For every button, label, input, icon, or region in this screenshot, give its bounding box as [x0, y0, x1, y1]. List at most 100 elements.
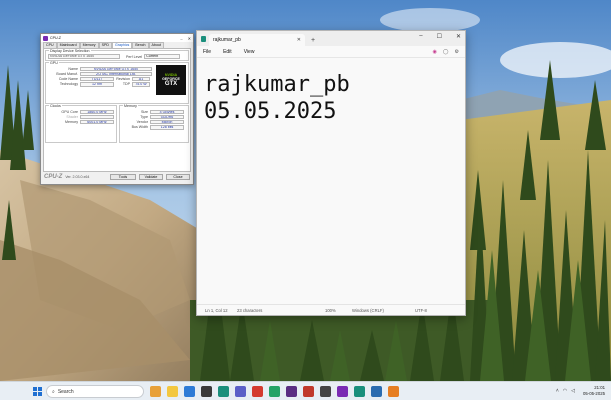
- vendor-value: Micron: [150, 119, 184, 125]
- status-zoom[interactable]: 100%: [325, 308, 336, 313]
- cpuz-footer: CPU-Z Ver. 2.03.0.x64 Tools Validate Clo…: [41, 172, 193, 182]
- technology-label: Technology: [59, 82, 78, 87]
- tools-button[interactable]: Tools: [110, 174, 136, 180]
- clocks-group: Clocks GPU Core 1860.0 MHz Shader Memory 6…: [45, 104, 117, 144]
- display-selection-group: Display Device Selection NVIDIA GeForce …: [45, 49, 189, 62]
- vendor-label: Vendor: [136, 120, 148, 125]
- shader-label: Shader: [66, 114, 78, 119]
- notepad-window[interactable]: rajkumar_pb ✕ + – ☐ ✕ File Edit View ◉ ◯…: [196, 30, 466, 316]
- codename-label: Code Name: [58, 77, 78, 82]
- menu-view[interactable]: View: [244, 49, 255, 55]
- tdp-value: 75.0 W: [132, 82, 150, 87]
- status-position: Ln 1, Col 12: [205, 307, 228, 313]
- logo-text-gtx: GTX: [164, 81, 178, 88]
- gear-icon[interactable]: ⚙: [455, 49, 459, 55]
- notepad-tab[interactable]: rajkumar_pb ✕: [209, 34, 305, 46]
- maximize-icon[interactable]: ☐: [437, 33, 442, 40]
- app-icon[interactable]: [286, 386, 297, 397]
- memory-group: Memory Size 4 GBytes Type GDDR6 Vendor Micr…: [119, 104, 189, 144]
- technology-value: 12 nm: [80, 82, 114, 87]
- size-value: 4 GBytes: [150, 109, 184, 114]
- cpuz-taskbar-icon[interactable]: [337, 386, 348, 397]
- nvidia-gtx-logo: NVIDIA GEFORCE GTX: [156, 65, 186, 96]
- taskbar-search[interactable]: ⌕ Search: [46, 385, 144, 398]
- gpu-core-label: GPU Core: [61, 109, 78, 114]
- shader-value: [80, 114, 114, 120]
- photos-icon[interactable]: [218, 386, 229, 397]
- cpuz-version: Ver. 2.03.0.x64: [65, 175, 90, 179]
- notepad-menu-bar: File Edit View ◉ ◯ ⚙: [197, 46, 465, 58]
- menu-file[interactable]: File: [203, 49, 211, 55]
- status-bar: Ln 1, Col 12 23 characters 100% Windows …: [197, 304, 465, 315]
- cpuz-title-bar[interactable]: CPU-Z – ✕: [41, 34, 193, 42]
- chrome-icon[interactable]: [252, 386, 263, 397]
- cpuz-app-icon: [43, 35, 48, 41]
- copilot-icon[interactable]: ◉: [433, 49, 437, 55]
- notepad-taskbar-icon[interactable]: [354, 386, 365, 397]
- app-icon-2[interactable]: [303, 386, 314, 397]
- file-explorer-icon[interactable]: [167, 386, 178, 397]
- gpu-core-value: 1860.0 MHz: [80, 109, 114, 114]
- taskbar-clock[interactable]: 21:01 05-05-2025: [583, 385, 605, 397]
- notepad-app-icon: [201, 36, 206, 42]
- new-tab-icon[interactable]: +: [311, 37, 315, 44]
- close-icon[interactable]: ✕: [188, 36, 191, 41]
- app-icon-4[interactable]: [371, 386, 382, 397]
- whatsapp-icon[interactable]: [269, 386, 280, 397]
- text-editor[interactable]: rajkumar_pb 05.05.2025: [197, 59, 465, 304]
- edge-icon[interactable]: [184, 386, 195, 397]
- search-placeholder: Search: [57, 388, 74, 395]
- perf-level-label: Perf Level: [126, 54, 143, 59]
- close-button[interactable]: Close: [166, 174, 190, 180]
- name-label: Name: [68, 66, 78, 71]
- buswidth-value: 128 bits: [150, 125, 184, 130]
- status-char-count: 23 characters: [237, 307, 263, 313]
- editor-line-1: rajkumar_pb: [204, 72, 350, 97]
- windows-start-icon[interactable]: [33, 387, 42, 396]
- store-icon[interactable]: [201, 386, 212, 397]
- type-label: Type: [140, 114, 148, 119]
- codename-value: TU117: [80, 76, 114, 82]
- clock-date: 05-05-2025: [583, 391, 605, 396]
- status-encoding[interactable]: UTF-8: [415, 308, 427, 313]
- cpuz-graphics-panel: Display Device Selection NVIDIA GeForce …: [43, 48, 191, 172]
- menu-edit[interactable]: Edit: [223, 49, 232, 55]
- device-select[interactable]: NVIDIA GeForce GTX 1650: [48, 54, 120, 59]
- search-icon: ⌕: [52, 388, 55, 395]
- revision-label: Revision: [116, 77, 130, 82]
- notepad-tab-title: rajkumar_pb: [213, 37, 241, 43]
- app-icon-3[interactable]: [320, 386, 331, 397]
- size-label: Size: [141, 109, 148, 114]
- name-value: NVIDIA GeForce GTX 1650: [80, 66, 152, 71]
- memory-clock-value: 6001.0 MHz: [80, 119, 114, 125]
- chevron-up-icon[interactable]: ˄: [556, 388, 559, 394]
- board-value: ZOTAC International Ltd.: [80, 71, 152, 77]
- app-icon-5[interactable]: [388, 386, 399, 397]
- account-icon[interactable]: ◯: [443, 49, 449, 55]
- editor-line-3: 05.05.2025: [204, 99, 337, 124]
- perf-level-select[interactable]: Current: [144, 54, 181, 59]
- validate-button[interactable]: Validate: [139, 174, 163, 180]
- teams-icon[interactable]: [235, 386, 246, 397]
- taskbar-widget-icon[interactable]: [150, 386, 161, 397]
- notepad-tab-bar[interactable]: rajkumar_pb ✕ + – ☐ ✕: [197, 31, 465, 46]
- cpuz-window[interactable]: CPU-Z – ✕ CPU Mainboard Memory SPD Graph…: [40, 33, 194, 185]
- wifi-icon[interactable]: ◠: [563, 388, 567, 394]
- type-value: GDDR6: [150, 114, 184, 120]
- clocks-group-label: Clocks: [49, 104, 62, 109]
- system-tray: ˄ ◠ ◁: [556, 388, 575, 394]
- minimize-icon[interactable]: –: [419, 33, 422, 40]
- window-close-icon[interactable]: ✕: [456, 33, 461, 40]
- memory-group-label: Memory: [123, 104, 138, 109]
- gpu-group-label: GPU: [49, 61, 59, 66]
- cpuz-title: CPU-Z: [50, 36, 61, 40]
- board-label: Board Manuf.: [56, 71, 78, 76]
- tab-close-icon[interactable]: ✕: [297, 37, 301, 43]
- buswidth-label: Bus Width: [131, 125, 148, 130]
- display-selection-label: Display Device Selection: [49, 49, 91, 53]
- tdp-label: TDP: [122, 82, 130, 87]
- volume-icon[interactable]: ◁: [571, 388, 575, 394]
- minimize-icon[interactable]: –: [180, 36, 182, 41]
- status-line-ending[interactable]: Windows (CRLF): [352, 308, 384, 313]
- cpuz-brand: CPU-Z: [44, 174, 63, 180]
